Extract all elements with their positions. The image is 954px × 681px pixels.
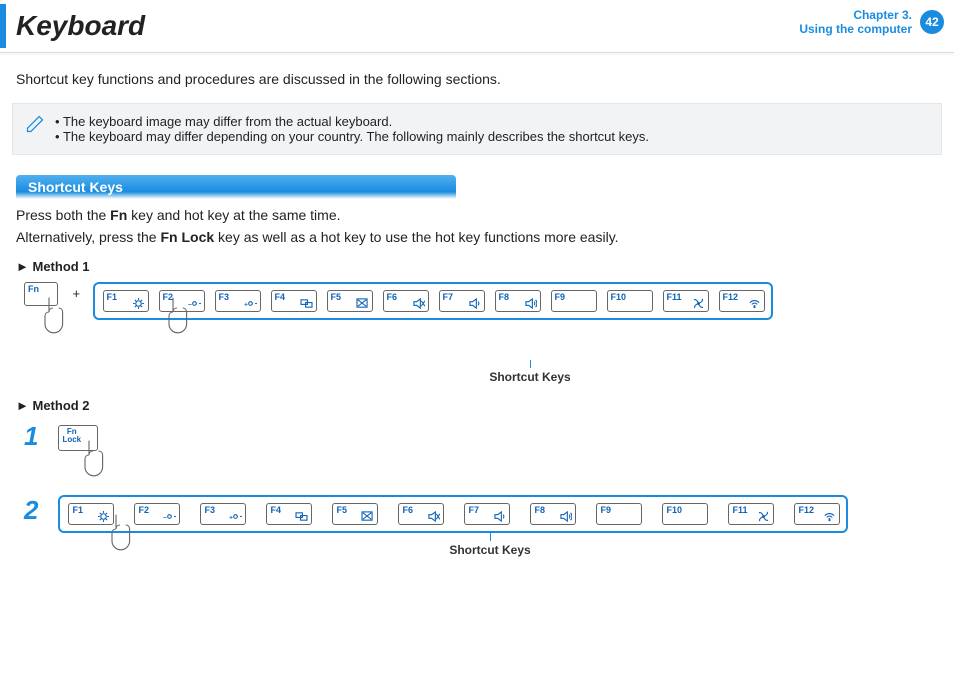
fan-icon xyxy=(692,298,705,309)
touchpad-off-icon xyxy=(356,298,369,309)
intro-paragraph: Shortcut key functions and procedures ar… xyxy=(16,71,938,87)
row2-caption-block: Shortcut Keys xyxy=(90,533,890,557)
para2-b: key as well as a hot key to use the hot … xyxy=(214,229,618,245)
key-f12: F12 xyxy=(719,290,765,312)
key-f6: F6 xyxy=(398,503,444,525)
method2-step2-diagram: 2 F1 F2− F3+ F4 F5 F6 F7 F8 F9 F10 F11 F12 xyxy=(24,495,954,533)
settings-icon xyxy=(97,511,110,522)
row1-caption-block: Shortcut Keys xyxy=(150,360,910,384)
step-number-2: 2 xyxy=(24,495,54,526)
row1-caption: Shortcut Keys xyxy=(489,370,570,384)
key-f1: F1 xyxy=(68,503,114,525)
para1-b: key and hot key at the same time. xyxy=(127,207,340,223)
note-item-2: The keyboard may differ depending on you… xyxy=(55,129,927,144)
key-f11: F11 xyxy=(728,503,774,525)
mute-icon xyxy=(412,298,425,309)
function-key-row-1: F1 F2− F3+ F4 F5 F6 F7 F8 F9 F10 F11 F12 xyxy=(93,282,773,320)
key-f8: F8 xyxy=(495,290,541,312)
page-number-badge: 42 xyxy=(920,10,944,34)
step-number-1: 1 xyxy=(24,421,54,452)
blank-icon xyxy=(625,511,638,522)
volume-down-icon xyxy=(468,298,481,309)
fnlock-bold: Fn Lock xyxy=(160,229,214,245)
key-f9: F9 xyxy=(596,503,642,525)
volume-up-icon xyxy=(524,298,537,309)
mute-icon xyxy=(427,511,440,522)
display-switch-icon xyxy=(300,298,313,309)
caption-tick xyxy=(530,360,531,368)
row2-caption: Shortcut Keys xyxy=(449,543,530,557)
chapter-label: Chapter 3. Using the computer xyxy=(799,8,912,37)
blank-icon xyxy=(580,298,593,309)
key-f4: F4 xyxy=(266,503,312,525)
key-f12: F12 xyxy=(794,503,840,525)
function-key-row-2: F1 F2− F3+ F4 F5 F6 F7 F8 F9 F10 F11 F12 xyxy=(58,495,848,533)
fnlock-key: Fn Lock xyxy=(58,425,98,451)
para2-a: Alternatively, press the xyxy=(16,229,160,245)
display-switch-icon xyxy=(295,511,308,522)
key-f8: F8 xyxy=(530,503,576,525)
key-f1: F1 xyxy=(103,290,149,312)
section-title-shortcut-keys: Shortcut Keys xyxy=(16,175,456,199)
brightness-down-icon: − xyxy=(163,511,176,522)
key-f10: F10 xyxy=(662,503,708,525)
note-box: The keyboard image may differ from the a… xyxy=(12,103,942,155)
fn-key: Fn xyxy=(24,282,58,306)
key-f3: F3+ xyxy=(215,290,261,312)
key-f9: F9 xyxy=(551,290,597,312)
para1-a: Press both the xyxy=(16,207,110,223)
chapter-line2: Using the computer xyxy=(799,22,912,36)
key-f5: F5 xyxy=(327,290,373,312)
key-f11: F11 xyxy=(663,290,709,312)
svg-text:+: + xyxy=(244,301,248,308)
note-item-1: The keyboard image may differ from the a… xyxy=(55,114,927,129)
svg-text:−: − xyxy=(188,301,192,308)
key-f2: F2− xyxy=(134,503,180,525)
note-icon xyxy=(25,114,45,134)
blank-icon xyxy=(636,298,649,309)
divider xyxy=(0,52,954,53)
key-f7: F7 xyxy=(439,290,485,312)
header-right: Chapter 3. Using the computer 42 xyxy=(799,8,944,37)
wifi-icon xyxy=(823,511,836,522)
volume-up-icon xyxy=(559,511,572,522)
method2-step1-diagram: 1 Fn Lock xyxy=(24,421,954,495)
brightness-up-icon: + xyxy=(244,298,257,309)
method2-heading: Method 2 xyxy=(16,398,938,413)
key-f4: F4 xyxy=(271,290,317,312)
brightness-up-icon: + xyxy=(229,511,242,522)
caption-tick xyxy=(490,533,491,541)
paragraph-fn: Press both the Fn key and hot key at the… xyxy=(16,207,938,223)
paragraph-fnlock: Alternatively, press the Fn Lock key as … xyxy=(16,229,938,245)
fan-icon xyxy=(757,511,770,522)
key-f5: F5 xyxy=(332,503,378,525)
touchpad-off-icon xyxy=(361,511,374,522)
key-f3: F3+ xyxy=(200,503,246,525)
svg-text:+: + xyxy=(230,514,234,521)
method1-heading: Method 1 xyxy=(16,259,938,274)
brightness-down-icon: − xyxy=(188,298,201,309)
key-f7: F7 xyxy=(464,503,510,525)
key-f6: F6 xyxy=(383,290,429,312)
chapter-line1: Chapter 3. xyxy=(799,8,912,22)
volume-down-icon xyxy=(493,511,506,522)
blank-icon xyxy=(691,511,704,522)
settings-icon xyxy=(132,298,145,309)
svg-text:−: − xyxy=(164,514,168,521)
key-f2: F2− xyxy=(159,290,205,312)
method1-diagram: Fn + F1 F2− F3+ F4 F5 F6 F7 F8 F9 F10 F11 F12 xyxy=(24,282,954,360)
fn-bold: Fn xyxy=(110,207,127,223)
page-header: Keyboard Chapter 3. Using the computer 4… xyxy=(0,4,954,48)
wifi-icon xyxy=(748,298,761,309)
key-f10: F10 xyxy=(607,290,653,312)
plus-symbol: + xyxy=(72,286,80,301)
